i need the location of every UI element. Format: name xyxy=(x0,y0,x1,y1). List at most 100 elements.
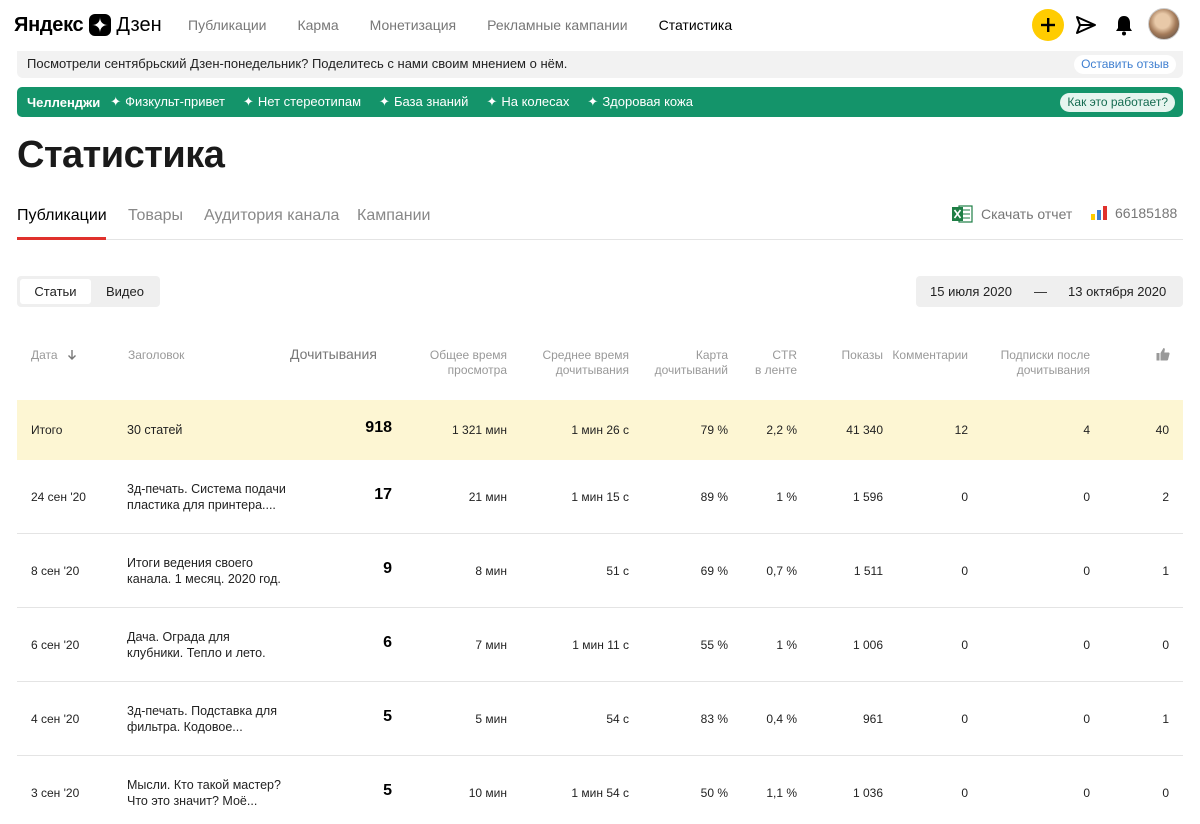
plus-button[interactable] xyxy=(1032,9,1064,41)
tab-publications[interactable]: Публикации xyxy=(17,207,107,225)
col-date[interactable]: Дата xyxy=(31,348,77,363)
row-subs: 0 xyxy=(1083,564,1090,578)
date-range-picker[interactable]: 15 июля 2020 — 13 октября 2020 xyxy=(916,276,1183,307)
row-title[interactable]: Итоги ведения своего канала. 1 месяц. 202… xyxy=(127,555,287,587)
table-row[interactable]: 24 сен '20 3д-печать. Система подачи плас… xyxy=(17,460,1183,534)
row-total-time: 7 мин xyxy=(475,638,507,652)
leave-feedback-button[interactable]: Оставить отзыв xyxy=(1074,55,1176,74)
nav-monetization[interactable]: Монетизация xyxy=(370,17,457,33)
row-date: 3 сен '20 xyxy=(31,786,80,800)
col-shows[interactable]: Показы xyxy=(817,348,883,363)
row-likes: 0 xyxy=(1162,638,1169,652)
row-date: 8 сен '20 xyxy=(31,564,80,578)
stats-table: Дата Заголовок Дочитывания Общее время п… xyxy=(17,330,1183,824)
row-likes: 1 xyxy=(1162,564,1169,578)
nav-karma[interactable]: Карма xyxy=(297,17,338,33)
top-bar: Яндекс Дзен Публикации Карма Монетизация… xyxy=(0,0,1200,50)
row-reads: 5 xyxy=(383,708,392,725)
avatar[interactable] xyxy=(1148,8,1180,40)
segment-articles[interactable]: Статьи xyxy=(20,279,91,304)
send-icon[interactable] xyxy=(1075,14,1097,36)
challenge-label: На колесах xyxy=(501,94,570,109)
sparkle-icon: ✦ xyxy=(110,94,122,109)
row-title[interactable]: Дача. Ограда для клубники. Тепло и лето. xyxy=(127,629,287,661)
sparkle-icon: ✦ xyxy=(243,94,254,109)
row-reads: 9 xyxy=(383,560,392,577)
bell-icon[interactable] xyxy=(1114,14,1134,36)
col-avg-time[interactable]: Среднее время дочитывания xyxy=(517,348,629,378)
table-row[interactable]: 4 сен '20 3д-печать. Подставка для фильтр… xyxy=(17,682,1183,756)
total-comments: 12 xyxy=(954,423,968,437)
table-header: Дата Заголовок Дочитывания Общее время п… xyxy=(17,330,1183,400)
metrica-bars-icon xyxy=(1091,206,1107,220)
row-title[interactable]: 3д-печать. Подставка для фильтра. Кодовое… xyxy=(127,703,287,735)
col-ctr-line2: в ленте xyxy=(754,363,797,377)
how-it-works-button[interactable]: Как это работает? xyxy=(1060,93,1175,112)
row-map: 83 % xyxy=(700,712,728,726)
row-subs: 0 xyxy=(1083,786,1090,800)
counter-id: 66185188 xyxy=(1115,205,1178,221)
row-ctr: 0,4 % xyxy=(766,712,797,726)
col-read-map-line1: Карта xyxy=(695,348,728,362)
row-comments: 0 xyxy=(961,490,968,504)
row-map: 50 % xyxy=(700,786,728,800)
metrica-counter[interactable]: 66185188 xyxy=(1091,205,1177,221)
total-time: 1 321 мин xyxy=(452,423,507,437)
date-separator: — xyxy=(1034,284,1047,299)
zen-logo-icon xyxy=(89,14,112,36)
col-likes[interactable] xyxy=(1156,347,1170,365)
col-title[interactable]: Заголовок xyxy=(128,348,184,363)
table-row[interactable]: 6 сен '20 Дача. Ограда для клубники. Тепл… xyxy=(17,608,1183,682)
row-title-line: Дача. Ограда для xyxy=(127,630,230,644)
row-map: 89 % xyxy=(700,490,728,504)
row-subs: 0 xyxy=(1083,712,1090,726)
segment-video[interactable]: Видео xyxy=(93,279,157,304)
tab-audience[interactable]: Аудитория канала xyxy=(204,207,339,225)
tab-campaigns[interactable]: Кампании xyxy=(357,207,431,225)
col-read-map-line2: дочитываний xyxy=(654,363,728,377)
row-avg-time: 54 с xyxy=(606,712,629,726)
col-subs[interactable]: Подписки после дочитывания xyxy=(977,348,1090,378)
col-comments[interactable]: Комментарии xyxy=(887,348,968,363)
table-row[interactable]: 8 сен '20 Итоги ведения своего канала. 1 … xyxy=(17,534,1183,608)
download-report-button[interactable]: Скачать отчет xyxy=(952,205,1072,223)
active-tab-indicator xyxy=(17,237,106,240)
row-reads: 17 xyxy=(374,486,392,503)
row-likes: 2 xyxy=(1162,490,1169,504)
nav-statistics[interactable]: Статистика xyxy=(659,17,733,33)
row-likes: 1 xyxy=(1162,712,1169,726)
challenge-item[interactable]: ✦ На колесах xyxy=(486,94,569,110)
nav-publications[interactable]: Публикации xyxy=(188,17,266,33)
row-map: 69 % xyxy=(700,564,728,578)
row-comments: 0 xyxy=(961,638,968,652)
row-avg-time: 51 с xyxy=(606,564,629,578)
logo[interactable]: Яндекс Дзен xyxy=(14,11,162,39)
row-ctr: 1 % xyxy=(776,638,797,652)
logo-zen-text: Дзен xyxy=(116,13,162,36)
total-count: 30 статей xyxy=(127,423,183,437)
challenge-item[interactable]: ✦ Нет стереотипам xyxy=(243,94,361,110)
tab-goods[interactable]: Товары xyxy=(128,207,183,225)
challenge-item[interactable]: ✦ База знаний xyxy=(379,94,468,110)
table-row[interactable]: 3 сен '20 Мысли. Кто такой мастер? Что эт… xyxy=(17,756,1183,824)
row-title[interactable]: Мысли. Кто такой мастер? Что это значит? … xyxy=(127,777,287,809)
row-title-line: Что это значит? Моё... xyxy=(127,794,258,808)
col-reads[interactable]: Дочитывания xyxy=(290,347,377,362)
col-total-time[interactable]: Общее время просмотра xyxy=(400,348,507,378)
row-title-line: 3д-печать. Система подачи xyxy=(127,482,286,496)
col-date-label: Дата xyxy=(31,348,58,362)
challenge-item[interactable]: ✦ Здоровая кожа xyxy=(587,94,693,110)
row-ctr: 0,7 % xyxy=(766,564,797,578)
col-ctr[interactable]: CTR в ленте xyxy=(737,348,797,378)
content-type-switch: Статьи Видео xyxy=(17,276,160,307)
sparkle-icon: ✦ xyxy=(587,94,599,109)
row-title[interactable]: 3д-печать. Система подачи пластика для пр… xyxy=(127,481,287,513)
challenge-item[interactable]: ✦ Физкульт-привет xyxy=(110,94,225,110)
row-comments: 0 xyxy=(961,786,968,800)
col-read-map[interactable]: Карта дочитываний xyxy=(637,348,728,378)
col-avg-time-line1: Среднее время xyxy=(542,348,629,362)
nav-ad-campaigns[interactable]: Рекламные кампании xyxy=(487,17,627,33)
row-reads: 6 xyxy=(383,634,392,651)
total-map: 79 % xyxy=(700,423,728,437)
feedback-banner: Посмотрели сентябрьский Дзен-понедельник… xyxy=(17,51,1183,78)
